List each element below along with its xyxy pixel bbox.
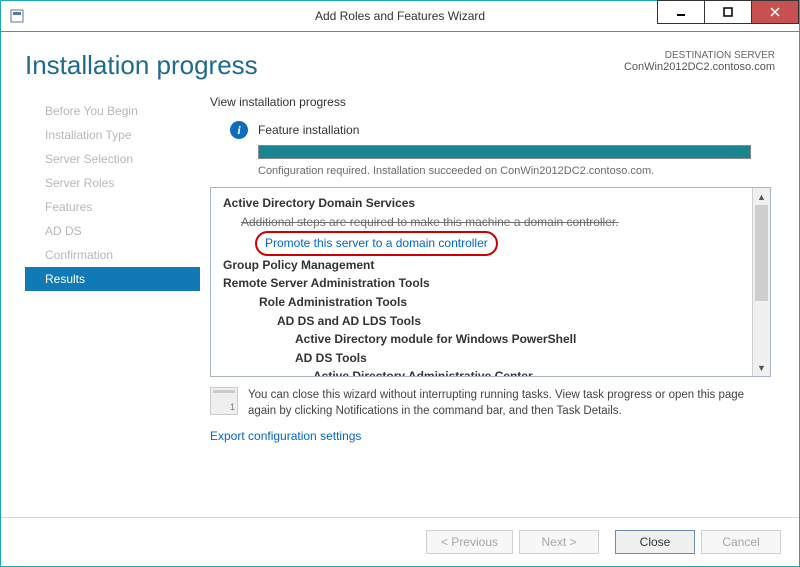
wizard-body: Installation progress DESTINATION SERVER… <box>1 32 799 517</box>
scroll-track[interactable] <box>753 205 770 359</box>
tree-adds-note: Additional steps are required to make th… <box>241 213 766 232</box>
titlebar: Add Roles and Features Wizard <box>1 1 799 32</box>
close-wizard-button[interactable]: Close <box>615 530 695 554</box>
flag-icon: 1 <box>210 387 238 415</box>
minimize-button[interactable] <box>657 0 704 24</box>
content-heading: View installation progress <box>210 95 775 109</box>
wizard-sidebar: Before You Begin Installation Type Serve… <box>25 95 200 517</box>
sidebar-item-features: Features <box>25 195 200 219</box>
promote-link-callout: Promote this server to a domain controll… <box>255 231 498 256</box>
tree-adds: Active Directory Domain Services <box>223 194 766 213</box>
scroll-down-icon[interactable]: ▼ <box>753 359 770 376</box>
sidebar-item-before-you-begin: Before You Begin <box>25 99 200 123</box>
feature-tree: Active Directory Domain Services Additio… <box>223 194 766 377</box>
promote-link[interactable]: Promote this server to a domain controll… <box>265 236 488 250</box>
scrollbar[interactable]: ▲ ▼ <box>752 188 770 376</box>
scroll-up-icon[interactable]: ▲ <box>753 188 770 205</box>
maximize-button[interactable] <box>704 0 751 24</box>
info-icon: i <box>230 121 248 139</box>
sidebar-item-installation-type: Installation Type <box>25 123 200 147</box>
close-button[interactable] <box>751 0 799 24</box>
tree-ad-tools: AD DS Tools <box>295 349 766 368</box>
sidebar-item-results[interactable]: Results <box>25 267 200 291</box>
tree-ad-lds: AD DS and AD LDS Tools <box>277 312 766 331</box>
scroll-thumb[interactable] <box>755 205 768 301</box>
hint-row: 1 You can close this wizard without inte… <box>210 387 767 419</box>
destination-info: DESTINATION SERVER ConWin2012DC2.contoso… <box>624 50 775 73</box>
tree-gpm: Group Policy Management <box>223 256 766 275</box>
destination-label: DESTINATION SERVER <box>624 50 775 61</box>
export-settings-link[interactable]: Export configuration settings <box>210 429 775 443</box>
progress-message: Configuration required. Installation suc… <box>258 165 751 177</box>
status-title: Feature installation <box>258 123 359 137</box>
tree-role-admin: Role Administration Tools <box>259 293 766 312</box>
hint-text: You can close this wizard without interr… <box>248 387 767 419</box>
tree-ad-ps: Active Directory module for Windows Powe… <box>295 330 766 349</box>
sidebar-item-server-roles: Server Roles <box>25 171 200 195</box>
page-title: Installation progress <box>25 50 258 81</box>
content-pane: View installation progress i Feature ins… <box>200 95 775 517</box>
destination-server: ConWin2012DC2.contoso.com <box>624 61 775 73</box>
progress-bar <box>258 145 751 159</box>
wizard-footer: < Previous Next > Close Cancel <box>1 517 799 566</box>
tree-ad-center: Active Directory Administrative Center <box>313 367 766 377</box>
sidebar-item-ad-ds: AD DS <box>25 219 200 243</box>
app-icon <box>9 8 25 24</box>
wizard-window: Add Roles and Features Wizard Installati… <box>0 0 800 567</box>
cancel-button: Cancel <box>701 530 781 554</box>
previous-button: < Previous <box>426 530 513 554</box>
feature-tree-box: Active Directory Domain Services Additio… <box>210 187 771 377</box>
next-button: Next > <box>519 530 599 554</box>
window-controls <box>657 1 799 31</box>
status-row: i Feature installation <box>230 121 775 139</box>
tree-rsat: Remote Server Administration Tools <box>223 274 766 293</box>
sidebar-item-server-selection: Server Selection <box>25 147 200 171</box>
sidebar-item-confirmation: Confirmation <box>25 243 200 267</box>
